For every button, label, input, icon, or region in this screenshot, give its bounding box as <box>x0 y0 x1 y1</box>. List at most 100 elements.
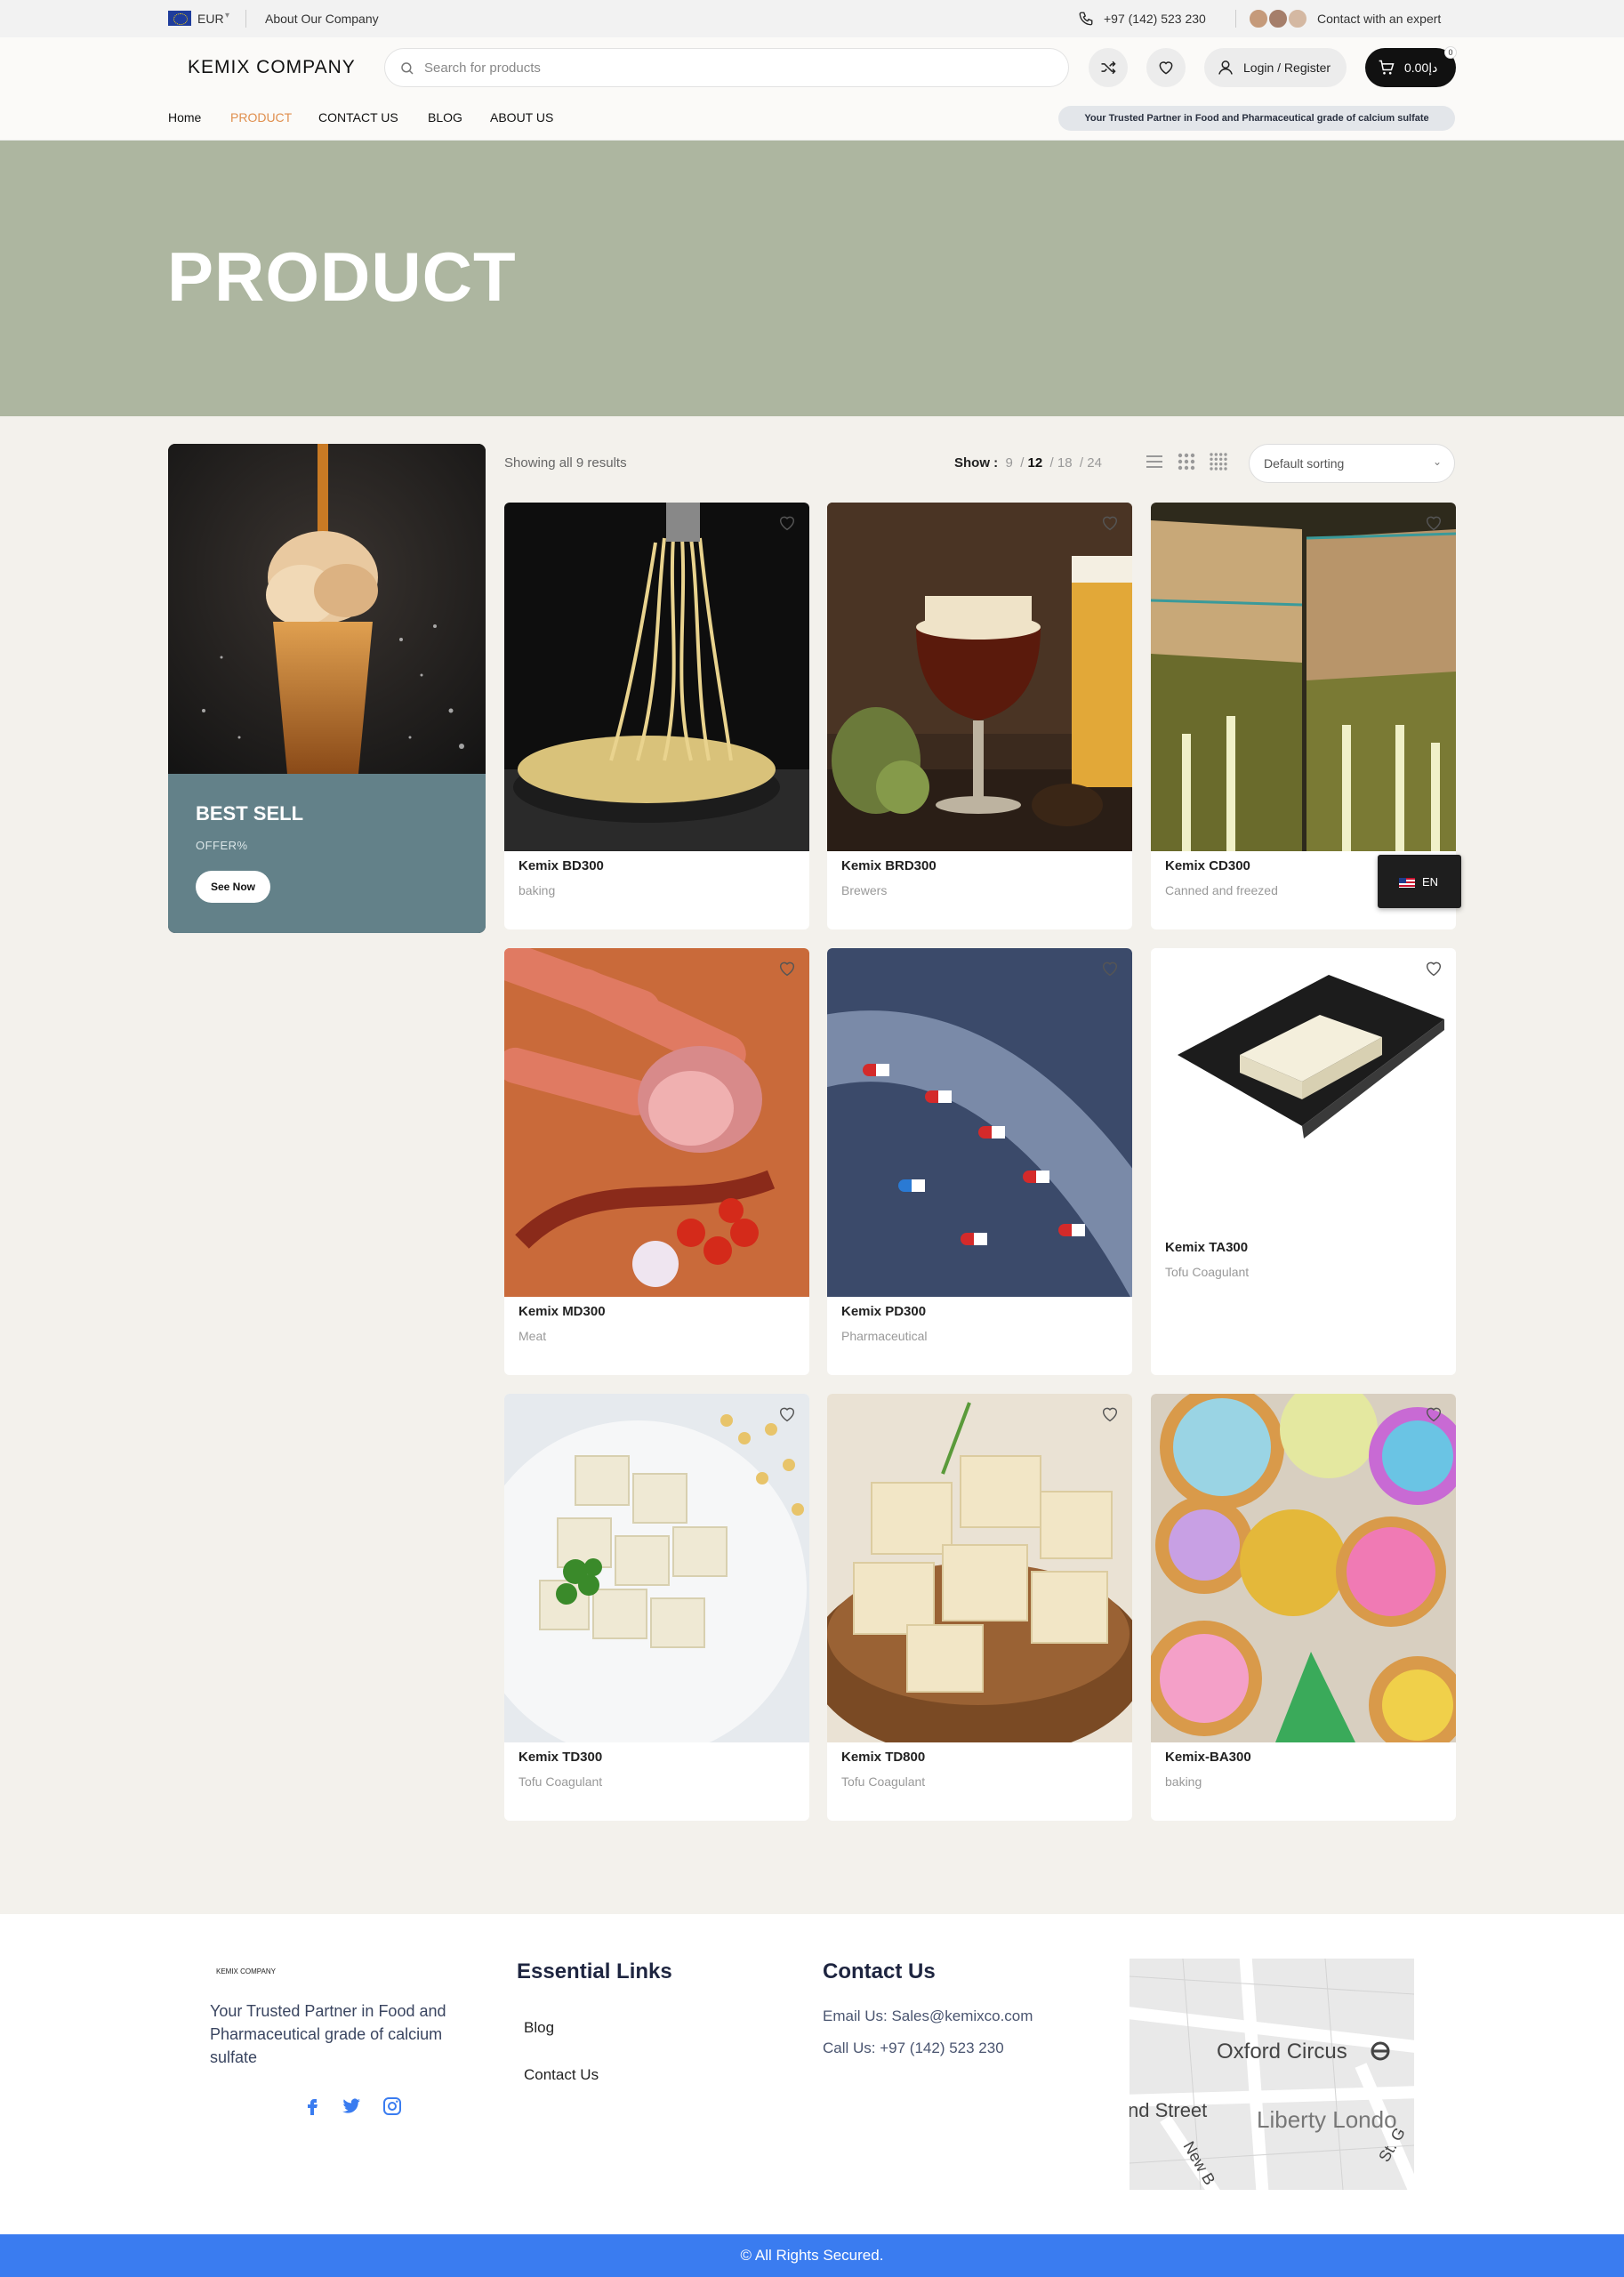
phone-icon <box>1079 12 1093 26</box>
wishlist-heart-icon[interactable] <box>1100 513 1120 533</box>
footer-link-contact-us[interactable]: Contact Us <box>524 2066 599 2084</box>
chevron-down-icon: ▾ <box>225 11 230 20</box>
sort-value: Default sorting <box>1264 456 1345 471</box>
map-roads: Oxford Circus nd Street Liberty Londo Ne… <box>1130 1959 1414 2190</box>
cart-button[interactable]: دإ0.00 <box>1365 48 1456 87</box>
map-label: nd Street <box>1130 2099 1207 2121</box>
wishlist-heart-icon[interactable] <box>777 1404 797 1424</box>
product-card[interactable]: Kemix TD300 Tofu Coagulant <box>504 1394 809 1821</box>
product-name[interactable]: Kemix-BA300 <box>1165 1750 1251 1765</box>
product-category[interactable]: Meat <box>519 1329 546 1343</box>
nav-item-about-us[interactable]: ABOUT US <box>490 110 553 125</box>
product-card[interactable]: Kemix BD300 baking <box>504 503 809 929</box>
product-name[interactable]: Kemix TD800 <box>841 1750 925 1765</box>
product-category[interactable]: baking <box>1165 1774 1202 1789</box>
about-company-link[interactable]: About Our Company <box>265 12 379 26</box>
per-page-option[interactable]: 18 <box>1057 455 1073 471</box>
language-label: EN <box>1422 875 1439 889</box>
nav-item-product[interactable]: PRODUCT <box>230 110 292 125</box>
wishlist-heart-icon[interactable] <box>777 959 797 978</box>
avatar <box>1267 8 1289 29</box>
divider <box>1235 10 1236 28</box>
site-header: KEMIX COMPANY Login / Register دإ0.00 0 … <box>0 37 1624 141</box>
promo-subtitle: OFFER% <box>196 839 248 852</box>
product-category[interactable]: Pharmaceutical <box>841 1329 928 1343</box>
product-category[interactable]: Brewers <box>841 883 887 897</box>
product-name[interactable]: Kemix MD300 <box>519 1304 606 1319</box>
footer-link-blog[interactable]: Blog <box>524 2019 554 2037</box>
nav-item-contact-us[interactable]: CONTACT US <box>318 110 398 125</box>
wishlist-heart-icon[interactable] <box>1424 959 1443 978</box>
product-name[interactable]: Kemix BD300 <box>519 858 604 873</box>
product-name[interactable]: Kemix PD300 <box>841 1304 926 1319</box>
product-category[interactable]: Tofu Coagulant <box>841 1774 925 1789</box>
wishlist-heart-icon[interactable] <box>1424 1404 1443 1424</box>
cart-total: دإ0.00 <box>1404 60 1438 75</box>
wishlist-heart-icon[interactable] <box>777 513 797 533</box>
product-image-tofu-bowl <box>827 1394 1132 1742</box>
list-view-icon[interactable] <box>1145 452 1164 471</box>
footer-logo[interactable]: KEMIX COMPANY <box>216 1967 276 1975</box>
top-bar: EUR ▾ About Our Company +97 (142) 523 23… <box>0 0 1624 37</box>
product-category[interactable]: Tofu Coagulant <box>1165 1265 1249 1279</box>
product-card[interactable]: Kemix-BA300 baking <box>1151 1394 1456 1821</box>
avatar <box>1287 8 1308 29</box>
promo-title: BEST SELL <box>196 802 304 825</box>
product-card[interactable]: Kemix BRD300 Brewers <box>827 503 1132 929</box>
search-input[interactable] <box>424 56 1047 79</box>
instagram-icon[interactable] <box>382 2096 403 2117</box>
wishlist-heart-icon[interactable] <box>1100 959 1120 978</box>
product-card[interactable]: Kemix TD800 Tofu Coagulant <box>827 1394 1132 1821</box>
footer-links-heading: Essential Links <box>517 1959 672 1983</box>
copyright-bar: © All Rights Secured. <box>0 2234 1624 2277</box>
search-icon <box>401 62 414 75</box>
nav-item-blog[interactable]: BLOG <box>428 110 462 125</box>
see-now-button[interactable]: See Now <box>196 871 270 903</box>
product-name[interactable]: Kemix CD300 <box>1165 858 1250 873</box>
footer-phone[interactable]: Call Us: +97 (142) 523 230 <box>823 2040 1004 2057</box>
product-card[interactable]: Kemix PD300 Pharmaceutical <box>827 948 1132 1375</box>
product-name[interactable]: Kemix TA300 <box>1165 1240 1248 1255</box>
per-page-option[interactable]: 12 <box>1028 455 1043 471</box>
beer-pour-image <box>168 444 486 774</box>
currency-selector[interactable]: EUR <box>197 12 224 26</box>
footer-tagline: Your Trusted Partner in Food and Pharmac… <box>210 2002 446 2066</box>
search-bar[interactable] <box>384 48 1069 87</box>
facebook-icon[interactable] <box>301 2096 323 2117</box>
cart-count-badge: 0 <box>1444 46 1457 59</box>
chevron-down-icon: ⌄ <box>1432 455 1442 468</box>
wishlist-heart-icon[interactable] <box>1424 513 1443 533</box>
sort-dropdown[interactable]: Default sorting ⌄ <box>1249 444 1455 483</box>
topbar-phone[interactable]: +97 (142) 523 230 <box>1104 12 1206 26</box>
language-switcher[interactable]: EN <box>1378 855 1461 908</box>
shuffle-icon <box>1101 60 1116 75</box>
promo-banner[interactable]: BEST SELL OFFER% See Now <box>168 444 486 933</box>
wishlist-heart-icon[interactable] <box>1100 1404 1120 1424</box>
per-page-option[interactable]: 24 <box>1087 455 1102 471</box>
per-page-option[interactable]: 9 <box>1006 455 1013 471</box>
product-image-capsules <box>827 948 1132 1297</box>
cart-icon <box>1379 60 1395 75</box>
twitter-icon[interactable] <box>341 2096 362 2117</box>
nav-item-home[interactable]: Home <box>168 110 201 125</box>
product-name[interactable]: Kemix BRD300 <box>841 858 937 873</box>
eu-flag-icon <box>168 11 191 26</box>
grid-4-view-icon[interactable] <box>1209 452 1228 471</box>
product-category[interactable]: Tofu Coagulant <box>519 1774 602 1789</box>
product-image-noodles <box>504 503 809 851</box>
footer-email[interactable]: Email Us: Sales@kemixco.com <box>823 2007 1033 2025</box>
footer-contact-heading: Contact Us <box>823 1959 936 1983</box>
contact-expert-link[interactable]: Contact with an expert <box>1317 12 1441 26</box>
grid-3-view-icon[interactable] <box>1177 452 1196 471</box>
login-register-button[interactable]: Login / Register <box>1204 48 1347 87</box>
product-name[interactable]: Kemix TD300 <box>519 1750 602 1765</box>
product-card[interactable]: Kemix MD300 Meat <box>504 948 809 1375</box>
wishlist-button[interactable] <box>1146 48 1186 87</box>
logo[interactable]: KEMIX COMPANY <box>188 57 356 78</box>
product-card[interactable]: Kemix TA300 Tofu Coagulant <box>1151 948 1456 1375</box>
product-category[interactable]: Canned and freezed <box>1165 883 1278 897</box>
avatar <box>1248 8 1269 29</box>
compare-button[interactable] <box>1089 48 1128 87</box>
product-category[interactable]: baking <box>519 883 555 897</box>
location-map[interactable]: Oxford Circus nd Street Liberty Londo Ne… <box>1130 1959 1414 2190</box>
